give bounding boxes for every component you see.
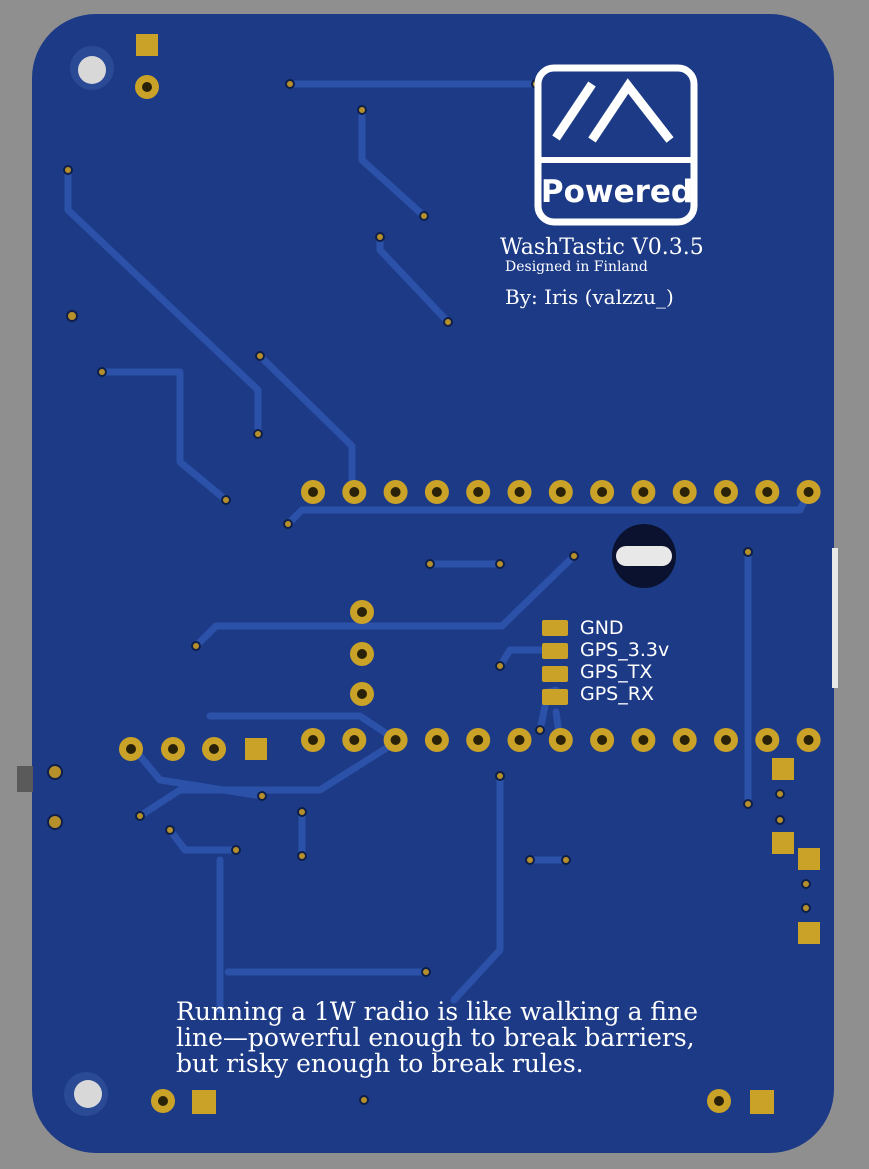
pad-drill-hole [638, 487, 649, 497]
pad-drill-hole [390, 735, 401, 745]
side-connector-notch-right [832, 548, 838, 688]
pad-drill-hole [714, 1096, 724, 1106]
pad-drill-hole [308, 735, 318, 745]
pad-drill-hole [597, 735, 608, 745]
pad-drill-hole [721, 487, 731, 497]
pad-drill-hole [357, 649, 367, 659]
pad-drill-hole [762, 735, 773, 745]
gps-pad-3v3 [542, 643, 568, 659]
square-pad [245, 738, 267, 760]
square-pad [750, 1090, 774, 1114]
pin-label-gps-rx: GPS_RX [580, 683, 654, 705]
pad-drill-hole [168, 744, 178, 754]
pin-label-gps-tx: GPS_TX [580, 661, 652, 683]
quote-line-2: line—powerful enough to break barriers, [176, 1023, 695, 1052]
quote-line-1: Running a 1W radio is like walking a fin… [176, 997, 698, 1026]
pad-drill-hole [473, 735, 484, 745]
pad-drill-hole [555, 735, 566, 745]
pad-drill-hole [357, 607, 367, 617]
side-connector-notch-left [17, 766, 33, 792]
pad-drill-hole [431, 735, 442, 745]
pad-drill-hole [357, 689, 367, 699]
square-pad [798, 922, 820, 944]
board-author: By: Iris (valzzu_) [505, 285, 674, 309]
square-pad [772, 832, 794, 854]
pad-drill-hole [762, 487, 773, 497]
gps-pad-tx [542, 666, 568, 682]
pad-drill-hole [431, 487, 442, 497]
pad-drill-hole [473, 487, 484, 497]
board-title: WashTastic V0.3.5 [500, 235, 704, 260]
gps-pad-gnd [542, 620, 568, 636]
pcb-board-render: Powered WashTastic V0.3.5 Designed in Fi… [17, 14, 838, 1153]
pad-drill-hole [209, 744, 219, 754]
pad-drill-hole [126, 744, 136, 754]
pcb-substrate [32, 14, 834, 1153]
pad-drill-hole [679, 735, 690, 745]
pad-drill-hole [349, 487, 360, 497]
square-pad [772, 758, 794, 780]
pad-drill-hole [638, 735, 649, 745]
pad-drill-hole [803, 487, 814, 497]
pad-drill-hole [158, 1096, 168, 1106]
pad-drill-hole [597, 487, 608, 497]
pad-drill-hole [308, 487, 318, 497]
pad-drill-hole [721, 735, 731, 745]
logo-label: Powered [541, 174, 693, 210]
pad-drill-hole [555, 487, 566, 497]
pad-drill-hole [514, 735, 525, 745]
square-pad [136, 34, 158, 56]
gps-pad-rx [542, 689, 568, 705]
pad-drill-hole [349, 735, 360, 745]
pin-label-gps-3v3: GPS_3.3v [580, 639, 669, 661]
board-subtitle: Designed in Finland [505, 259, 648, 275]
square-pad [798, 848, 820, 870]
pad-drill-hole [514, 487, 525, 497]
pad-drill-hole [390, 487, 401, 497]
quote-line-3: but risky enough to break rules. [176, 1049, 584, 1078]
pad-drill-hole [142, 82, 152, 92]
pad-drill-hole [679, 487, 690, 497]
pin-label-gnd: GND [580, 617, 624, 639]
square-pad [192, 1090, 216, 1114]
pad-drill-hole [803, 735, 814, 745]
